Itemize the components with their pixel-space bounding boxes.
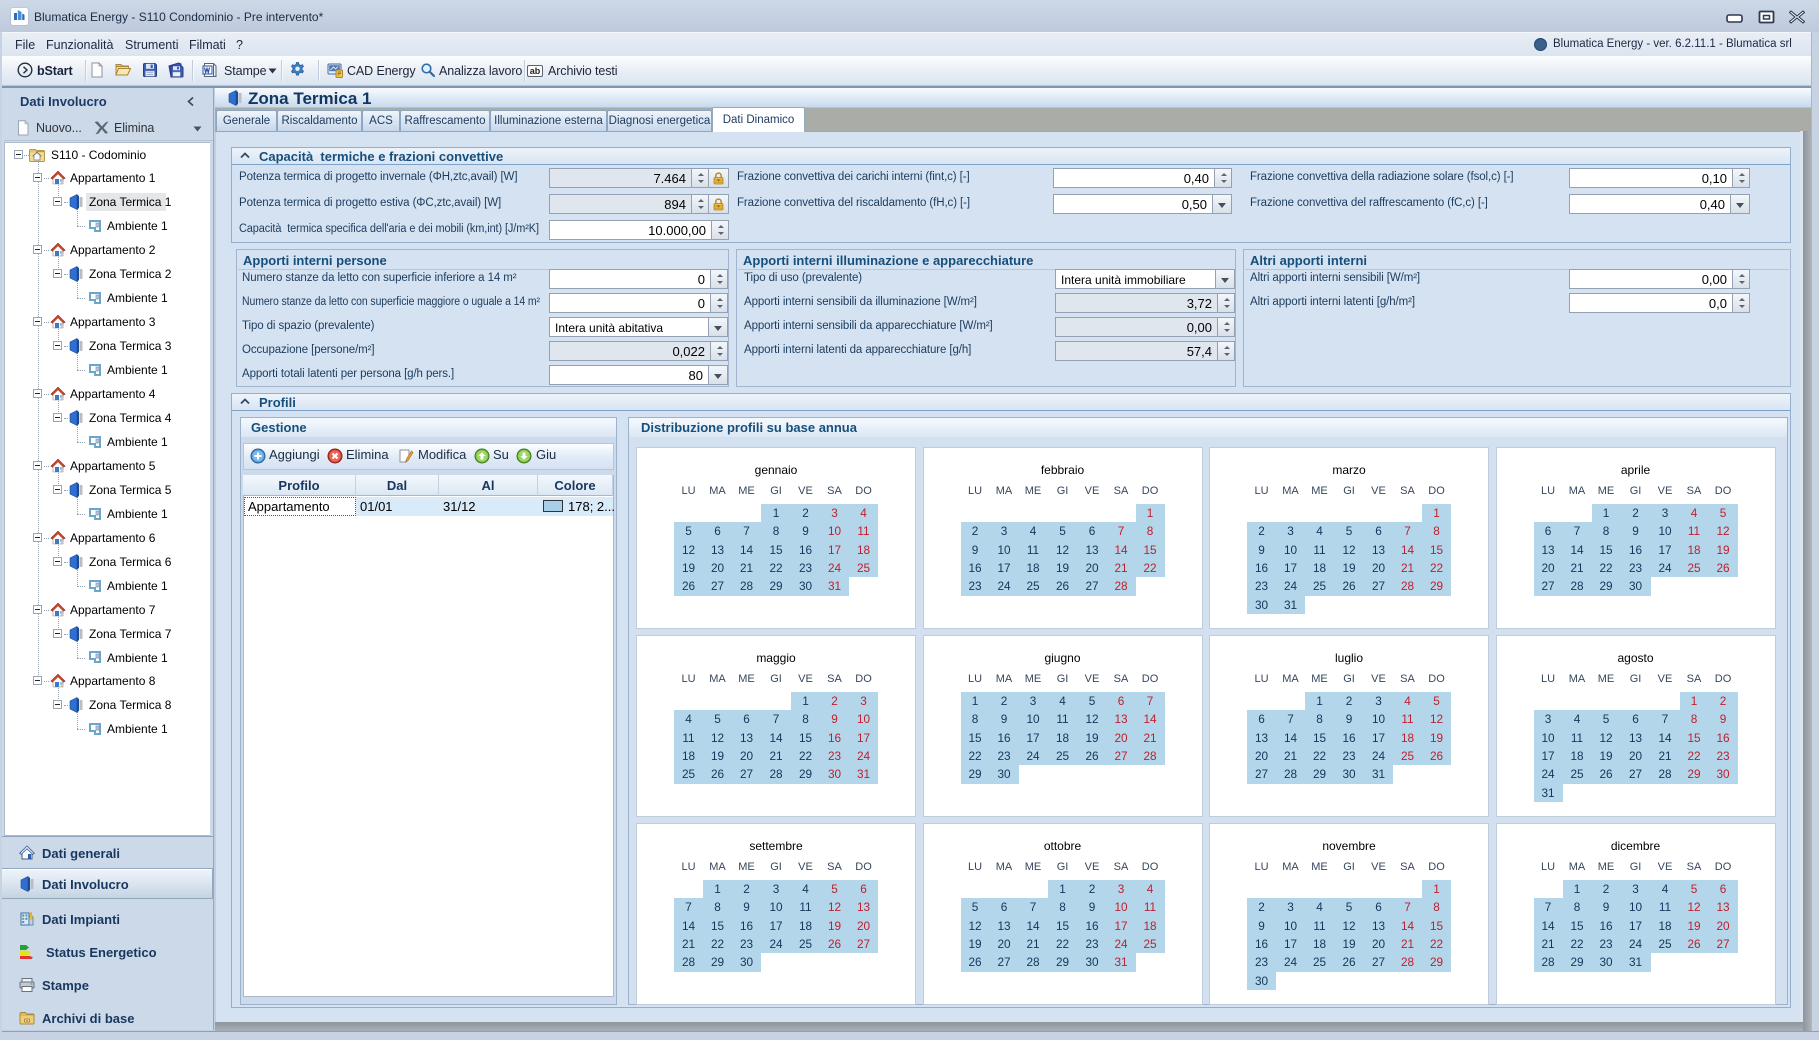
- svg-text:ab: ab: [530, 66, 541, 76]
